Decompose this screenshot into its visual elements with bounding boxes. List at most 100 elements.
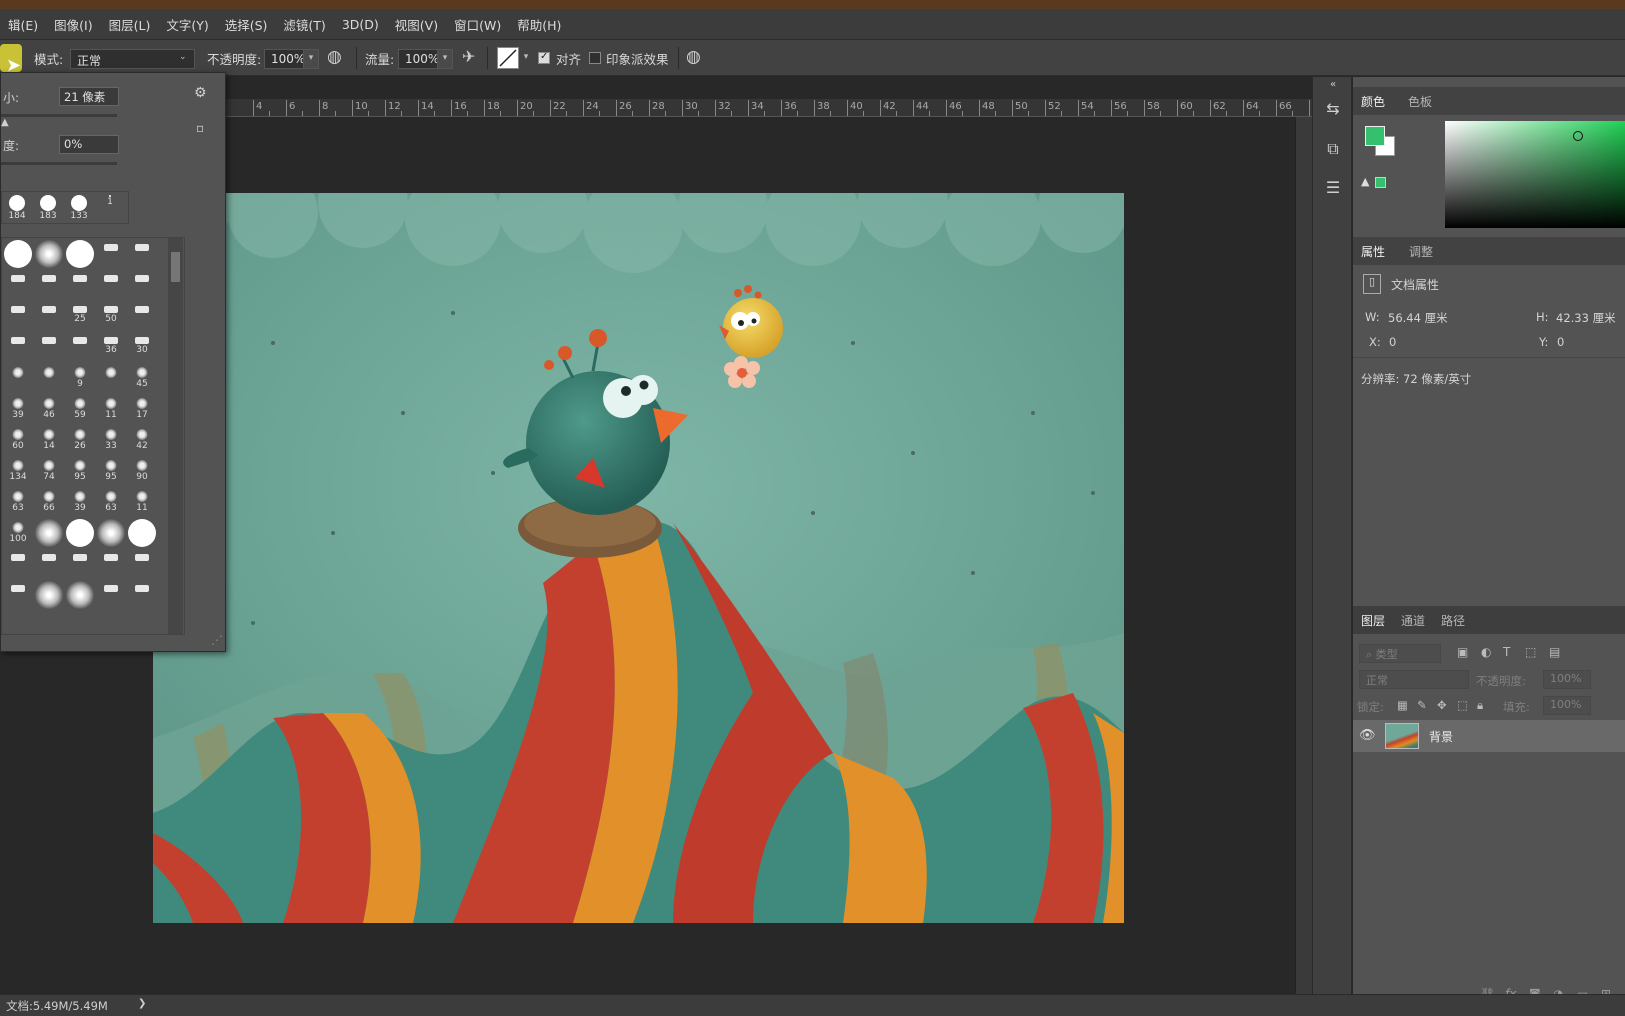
brush-tip-cell[interactable] [33,579,65,611]
brush-tip-cell[interactable] [95,548,127,580]
tab-paths[interactable]: 路径 [1441,612,1465,629]
brush-tip-cell[interactable]: 66 [33,486,65,518]
brush-tip-cell[interactable] [126,269,158,301]
menu-item[interactable]: 视图(V) [387,15,446,34]
flow-field[interactable]: 100% [398,49,439,69]
brush-tip-cell[interactable] [64,238,96,270]
blend-mode-select[interactable]: 正常 [1359,670,1469,689]
menu-item[interactable]: 图像(I) [46,15,100,34]
menu-item[interactable]: 滤镜(T) [275,15,333,34]
brush-tip-cell[interactable] [33,331,65,363]
brush-tip-cell[interactable]: 95 [95,455,127,487]
shape-filter-icon[interactable]: ⬚ [1525,645,1536,659]
flow-dropdown[interactable]: ▾ [437,49,453,69]
vertical-scrollbar[interactable] [1295,117,1312,994]
lock-artboard-icon[interactable]: ⬚ [1457,698,1468,712]
brush-tip-cell[interactable]: 42 [126,424,158,456]
slider-thumb-icon[interactable]: ▲ [1,117,9,128]
new-preset-icon[interactable]: ▫ [196,121,204,135]
pressure-size-icon[interactable]: ◍ [686,47,701,67]
brush-tip-cell[interactable]: 36 [95,331,127,363]
layer-opacity-field[interactable]: 100% [1543,670,1591,689]
brush-tip-cell[interactable] [2,362,34,394]
impressionist-checkbox[interactable] [589,52,601,64]
resize-grip-icon[interactable]: ⋰ [211,633,223,647]
brush-tip-cell[interactable] [126,238,158,270]
gear-icon[interactable]: ⚙ [194,85,207,101]
recent-brush-preset[interactable]: 1 [95,192,125,222]
lock-transparency-icon[interactable]: ▦ [1397,698,1408,712]
brush-tip-cell[interactable] [2,238,34,270]
tool-presets-icon[interactable]: ☰ [1321,176,1345,200]
color-picker-field[interactable] [1445,121,1625,228]
pixel-filter-icon[interactable]: ▣ [1457,645,1468,659]
canvas-artwork[interactable] [153,193,1124,923]
brush-tip-cell[interactable]: 33 [95,424,127,456]
fill-field[interactable]: 100% [1543,696,1591,715]
brush-tip-cell[interactable]: 39 [64,486,96,518]
brush-tip-cell[interactable] [126,517,158,549]
pressure-opacity-icon[interactable]: ◍ [327,47,342,67]
brush-tip-cell[interactable]: 63 [95,486,127,518]
brush-tip-cell[interactable] [33,300,65,332]
menu-item[interactable]: 辑(E) [0,15,46,34]
tab-adjustments[interactable]: 调整 [1409,243,1433,260]
brush-tip-cell[interactable]: 134 [2,455,34,487]
brush-tip-cell[interactable]: 46 [33,393,65,425]
smart-object-filter-icon[interactable]: ▤ [1549,645,1560,659]
brush-angle-preview[interactable] [497,47,519,69]
layer-row-background[interactable]: 👁︎ 背景 [1353,720,1625,752]
brush-tip-cell[interactable]: 11 [126,486,158,518]
brush-tip-cell[interactable] [2,579,34,611]
brush-tip-cell[interactable]: 95 [64,455,96,487]
align-checkbox[interactable] [538,51,550,64]
brush-tip-cell[interactable]: 25 [64,300,96,332]
brush-tip-cell[interactable] [64,579,96,611]
tab-color[interactable]: 颜色 [1361,93,1385,110]
brush-tip-cell[interactable]: 90 [126,455,158,487]
brush-tip-cell[interactable] [33,548,65,580]
brush-tip-cell[interactable]: 45 [126,362,158,394]
adjustment-filter-icon[interactable]: ◐ [1481,645,1491,659]
tab-swatches[interactable]: 色板 [1408,93,1432,110]
brush-tip-cell[interactable]: 11 [95,393,127,425]
menu-item[interactable]: 选择(S) [217,15,276,34]
brush-tip-cell[interactable] [33,269,65,301]
eye-icon[interactable]: 👁︎ [1359,728,1376,743]
lock-image-icon[interactable]: ✎ [1417,698,1427,712]
status-menu-arrow-icon[interactable]: ❯ [138,998,146,1009]
opacity-dropdown[interactable]: ▾ [303,49,319,69]
opacity-field[interactable]: 100% [264,49,305,69]
brush-tip-cell[interactable] [95,238,127,270]
tab-layers[interactable]: 图层 [1361,612,1385,629]
foreground-color-swatch[interactable] [1365,126,1385,146]
brush-tip-cell[interactable]: 14 [33,424,65,456]
y-value[interactable]: 0 [1557,335,1564,349]
brush-tip-cell[interactable] [33,517,65,549]
lock-position-icon[interactable]: ✥ [1437,698,1447,712]
height-value[interactable]: 42.33 厘米 [1556,310,1616,326]
gamut-swatch[interactable] [1375,177,1386,188]
brush-tip-cell[interactable] [64,331,96,363]
brush-tip-cell[interactable]: 50 [95,300,127,332]
brush-tip-cell[interactable]: 63 [2,486,34,518]
layer-filter-select[interactable]: ⌕ 类型 [1359,644,1441,663]
brush-tip-cell[interactable]: 17 [126,393,158,425]
brush-tip-cell[interactable] [64,548,96,580]
recent-brush-preset[interactable]: 133 [64,192,94,222]
brush-tip-cell[interactable]: 74 [33,455,65,487]
brush-tip-cell[interactable] [2,300,34,332]
history-icon[interactable]: ⇆ [1321,97,1345,121]
tab-properties[interactable]: 属性 [1361,243,1385,260]
brush-tip-cell[interactable]: 60 [2,424,34,456]
hardness-slider[interactable] [1,162,117,165]
brush-tip-cell[interactable] [95,517,127,549]
brush-tip-cell[interactable] [95,362,127,394]
brush-grid-scrollbar[interactable] [168,238,183,634]
brush-tip-cell[interactable] [2,269,34,301]
airbrush-icon[interactable]: ✈ [462,47,475,66]
recent-brush-preset[interactable]: 183 [33,192,63,222]
type-filter-icon[interactable]: T [1503,645,1510,659]
menu-item[interactable]: 图层(L) [101,15,159,34]
x-value[interactable]: 0 [1389,335,1396,349]
